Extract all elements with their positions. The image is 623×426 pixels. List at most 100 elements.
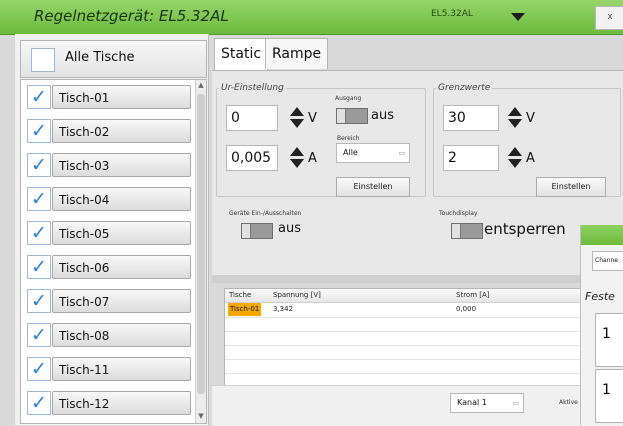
all-tables-tab[interactable]: Alle Tische: [20, 40, 207, 78]
floating-channel-select[interactable]: Channe: [592, 251, 623, 271]
scrollbar[interactable]: ▲ ▼: [195, 80, 206, 423]
limit-current-input[interactable]: 2: [443, 145, 499, 171]
grid-line: [225, 359, 581, 360]
limits-apply-button[interactable]: Einstellen: [536, 177, 606, 197]
window-title: Regelnetzgerät: EL5.32AL: [34, 7, 229, 25]
group-legend: Grenzwerte: [438, 83, 491, 93]
all-tables-checkbox[interactable]: [31, 48, 55, 72]
ausgang-state: aus: [371, 108, 394, 123]
touch-label: Touchdisplay: [439, 210, 478, 217]
current-unit: A: [308, 151, 317, 166]
limit-current-stepper[interactable]: [508, 147, 522, 169]
bottom-bar: Kanal 1 ▭ Aktive: [212, 385, 623, 426]
tab-rampe[interactable]: Rampe: [265, 38, 329, 69]
list-item: ✓ Tisch-08: [24, 320, 194, 350]
table-cell: Tisch-01: [228, 303, 262, 316]
floating-panel: Channe Feste 1 1: [580, 225, 623, 425]
grid-line: [225, 331, 581, 332]
list-item: ✓ Tisch-03: [24, 150, 194, 180]
devices-toggle[interactable]: [241, 223, 273, 239]
table-button[interactable]: Tisch-06: [52, 255, 191, 279]
sidebar: Alle Tische ✓ Tisch-01 ✓ Tisch-02 ✓ Tisc…: [15, 34, 209, 425]
table-cell: 3,342: [273, 305, 294, 313]
bereich-select[interactable]: Alle ▭: [336, 143, 410, 163]
ausgang-label: Ausgang: [335, 95, 362, 102]
floating-value-box: 1: [595, 369, 623, 423]
floating-value-box: 1: [595, 313, 623, 367]
title-bar: Regelnetzgerät: EL5.32AL EL5.32AL x: [0, 0, 623, 35]
list-item: ✓ Tisch-07: [24, 286, 194, 316]
list-item: ✓ Tisch-12: [24, 388, 194, 418]
group-legend: Ur-Einstellung: [221, 83, 284, 93]
column-header: Spannung [V]: [273, 291, 321, 299]
list-item: ✓ Tisch-05: [24, 218, 194, 248]
grid-line: [225, 345, 581, 346]
table-button[interactable]: Tisch-03: [52, 153, 191, 177]
active-label: Aktive: [559, 399, 578, 406]
chevron-down-icon[interactable]: [511, 13, 525, 21]
current-input[interactable]: 0,005: [226, 145, 278, 171]
list-item: ✓ Tisch-06: [24, 252, 194, 282]
list-item: ✓ Tisch-01: [24, 82, 194, 112]
checkbox[interactable]: ✓: [27, 357, 51, 381]
table-button[interactable]: Tisch-12: [52, 391, 191, 415]
devices-switch-label: Geräte Ein-/Ausschalten: [229, 210, 302, 217]
scroll-down-icon[interactable]: ▼: [197, 412, 205, 422]
table-button[interactable]: Tisch-11: [52, 357, 191, 381]
checkbox[interactable]: ✓: [27, 255, 51, 279]
chevron-down-icon: ▭: [512, 399, 519, 407]
checkbox[interactable]: ✓: [27, 153, 51, 177]
channel-select[interactable]: Kanal 1 ▭: [450, 393, 524, 413]
touch-state: entsperren: [484, 220, 566, 238]
voltage-stepper[interactable]: [290, 107, 304, 129]
device-dropdown-label[interactable]: EL5.32AL: [431, 9, 473, 19]
ausgang-toggle[interactable]: [336, 108, 368, 124]
measurement-table: Tische Spannung [V] Strom [A] Tisch-01 3…: [224, 288, 582, 387]
tab-static[interactable]: Static: [214, 38, 269, 72]
ur-apply-button[interactable]: Einstellen: [336, 177, 410, 197]
table-button[interactable]: Tisch-04: [52, 187, 191, 211]
limit-voltage-input[interactable]: 30: [443, 105, 499, 131]
close-button[interactable]: x: [595, 6, 623, 30]
bereich-value: Alle: [343, 148, 358, 157]
voltage-unit: V: [308, 111, 317, 126]
table-button[interactable]: Tisch-07: [52, 289, 191, 313]
table-button[interactable]: Tisch-02: [52, 119, 191, 143]
scrollbar-thumb[interactable]: [197, 94, 205, 394]
all-tables-label: Alle Tische: [65, 50, 135, 65]
grid-line: [225, 317, 581, 318]
static-panel: Ur-Einstellung 0 V 0,005 A Ausgang aus B…: [212, 70, 623, 276]
devices-state: aus: [278, 221, 301, 236]
checkbox[interactable]: ✓: [27, 391, 51, 415]
floating-title-bar[interactable]: [581, 225, 623, 245]
table-button[interactable]: Tisch-08: [52, 323, 191, 347]
checkbox[interactable]: ✓: [27, 289, 51, 313]
column-header: Tische: [229, 291, 252, 299]
table-button[interactable]: Tisch-01: [52, 85, 191, 109]
current-stepper[interactable]: [290, 147, 304, 169]
limit-voltage-stepper[interactable]: [508, 107, 522, 129]
touch-toggle[interactable]: [451, 223, 483, 239]
floating-title: Feste: [585, 290, 615, 303]
chevron-down-icon: ▭: [398, 149, 405, 157]
table-list: ✓ Tisch-01 ✓ Tisch-02 ✓ Tisch-03 ✓ Tisch…: [20, 79, 207, 424]
bereich-label: Bereich: [337, 135, 360, 142]
column-header: Strom [A]: [456, 291, 490, 299]
checkbox[interactable]: ✓: [27, 221, 51, 245]
checkbox[interactable]: ✓: [27, 119, 51, 143]
list-item: ✓ Tisch-04: [24, 184, 194, 214]
grid-line: [225, 373, 581, 374]
checkbox[interactable]: ✓: [27, 187, 51, 211]
limit-voltage-unit: V: [526, 111, 535, 126]
voltage-input[interactable]: 0: [226, 105, 278, 131]
list-item: ✓ Tisch-11: [24, 354, 194, 384]
floating-value[interactable]: 1: [602, 326, 611, 342]
divider: [212, 275, 623, 283]
list-item: ✓ Tisch-02: [24, 116, 194, 146]
checkbox[interactable]: ✓: [27, 323, 51, 347]
table-button[interactable]: Tisch-05: [52, 221, 191, 245]
floating-value[interactable]: 1: [602, 382, 611, 398]
checkbox[interactable]: ✓: [27, 85, 51, 109]
scroll-up-icon[interactable]: ▲: [197, 81, 205, 91]
channel-value: Kanal 1: [457, 398, 487, 407]
